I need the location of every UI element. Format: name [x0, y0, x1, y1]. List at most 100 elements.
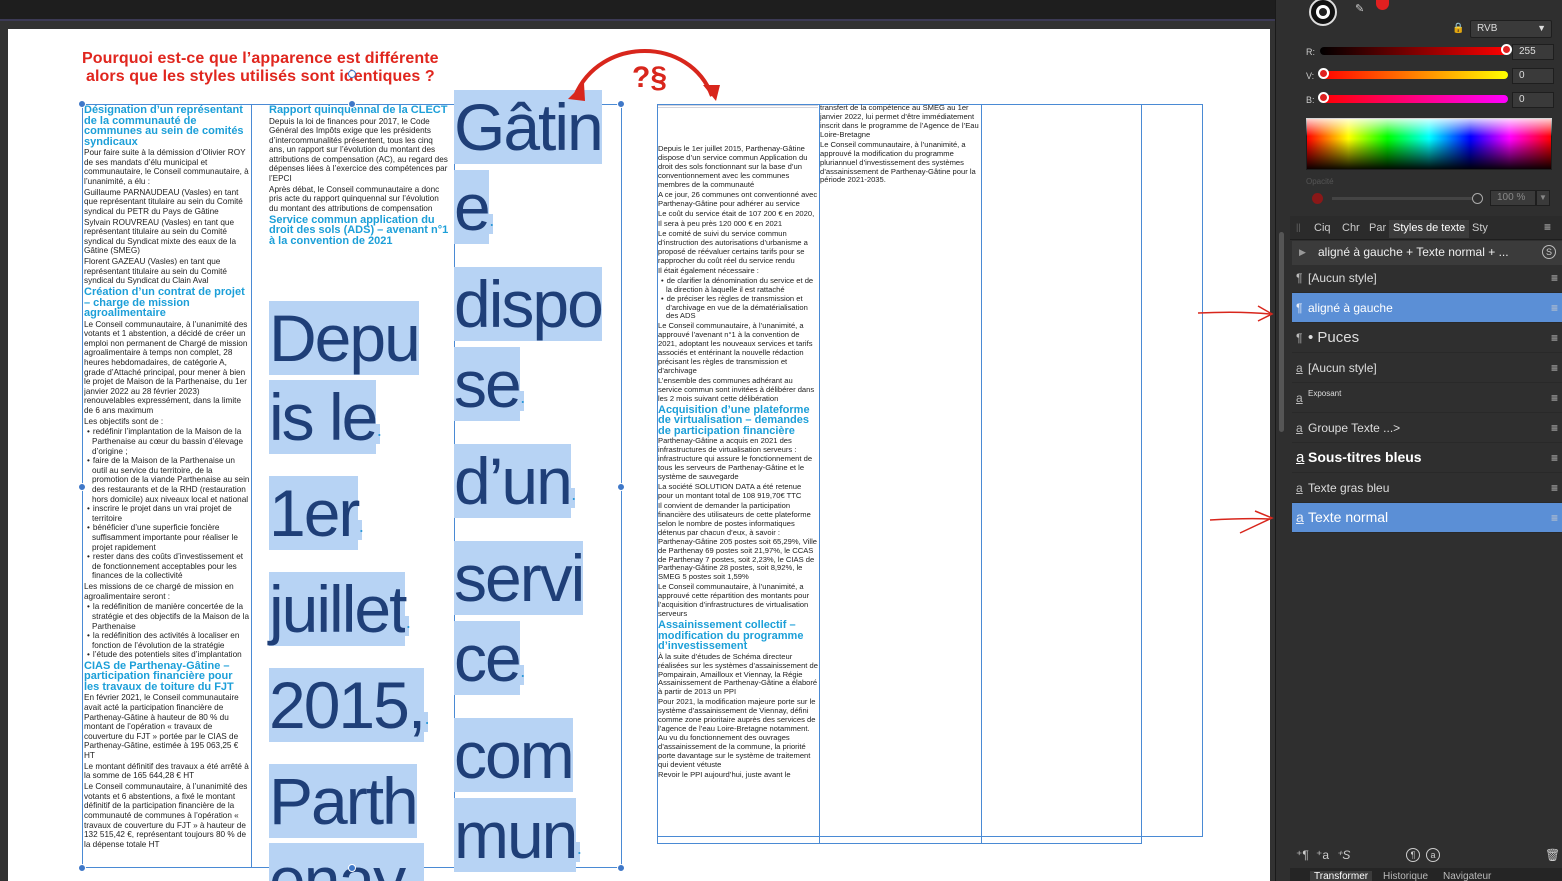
panel-menu-icon[interactable]: ≡: [1544, 220, 1551, 234]
style-item-selected[interactable]: a Texte normal ≡: [1292, 503, 1562, 533]
new-group-style-icon[interactable]: ⁺S: [1336, 848, 1350, 862]
slider-track[interactable]: [1320, 95, 1508, 103]
clear-style-icon[interactable]: S: [1542, 245, 1556, 259]
chevron-down-icon[interactable]: ▼: [1536, 190, 1550, 206]
question-line-1: Pourquoi est-ce que l’apparence est diff…: [82, 50, 439, 67]
opacity-label: Opacité: [1306, 177, 1334, 186]
style-item-selected[interactable]: ¶ aligné à gauche ≡: [1292, 293, 1562, 323]
blue-value-field[interactable]: 0: [1512, 92, 1554, 108]
tab-transform[interactable]: Transformer: [1310, 871, 1373, 881]
selection-handle[interactable]: [348, 864, 356, 872]
paragraph-format-icon[interactable]: ¶: [1406, 848, 1420, 862]
selection-handle[interactable]: [348, 100, 356, 108]
menu-icon[interactable]: ≡: [1551, 451, 1558, 465]
menu-icon[interactable]: ≡: [1551, 331, 1558, 345]
green-slider[interactable]: V: 0: [1304, 68, 1554, 84]
slider-knob[interactable]: [1501, 44, 1512, 55]
style-item[interactable]: a Texte gras bleu ≡: [1292, 473, 1562, 503]
menu-icon[interactable]: ≡: [1551, 391, 1558, 405]
color-model-select[interactable]: RVB ▼: [1470, 20, 1552, 38]
paragraph: Le Conseil communautaire, à l’unanimité …: [84, 782, 248, 849]
selection-handle[interactable]: [78, 864, 86, 872]
menu-icon[interactable]: ≡: [1551, 301, 1558, 315]
paragraph: Le Conseil communautaire, à l’unanimité,…: [658, 582, 810, 619]
style-item[interactable]: ¶ • Puces ≡: [1292, 323, 1562, 353]
paragraph: A ce jour, 26 communes ont conventionné …: [658, 189, 818, 208]
style-label: Groupe Texte ...>: [1308, 421, 1401, 435]
tab-navigator[interactable]: Navigateur: [1439, 871, 1495, 881]
selection-handle[interactable]: [617, 864, 625, 872]
style-item[interactable]: a Sous-titres bleus ≡: [1292, 443, 1562, 473]
paragraph: Pour 2021, la modification majeure porte…: [658, 697, 816, 769]
bullet-item: la redéfinition des activités à localise…: [84, 631, 250, 650]
big-line: dispo: [454, 267, 604, 341]
big-line: 2015,·: [269, 668, 430, 742]
bullet-list: la redéfinition de manière concertée de …: [84, 602, 250, 660]
paragraph: Guillaume PARNAUDEAU (Vasles) en tant qu…: [84, 187, 243, 216]
bullet-item: redéfinir l’implantation de la Maison de…: [84, 427, 250, 456]
opacity-field[interactable]: 100 %: [1490, 190, 1536, 206]
selection-handle[interactable]: [617, 483, 625, 491]
expand-icon[interactable]: ▶: [1299, 247, 1306, 258]
menu-icon[interactable]: ≡: [1551, 421, 1558, 435]
menu-icon[interactable]: ≡: [1551, 361, 1558, 375]
trash-icon[interactable]: 🗑: [1545, 848, 1560, 862]
column-guide: [251, 104, 252, 868]
panel-scrollbar[interactable]: [1279, 232, 1284, 432]
new-paragraph-style-icon[interactable]: ⁺¶: [1296, 848, 1309, 862]
character-format-icon[interactable]: a: [1426, 848, 1440, 862]
big-line: Gâtin: [454, 90, 604, 164]
blue-slider[interactable]: B: 0: [1304, 92, 1554, 108]
current-style-label: aligné à gauche + Texte normal + ...: [1318, 245, 1509, 259]
style-item[interactable]: a [Aucun style] ≡: [1292, 353, 1562, 383]
slider-knob[interactable]: [1318, 92, 1329, 103]
eyedropper-icon[interactable]: ✎: [1355, 2, 1371, 15]
style-actions-bar: ⁺¶ ⁺a ⁺S ¶ a 🗑: [1292, 846, 1562, 866]
tab-history[interactable]: Historique: [1379, 871, 1432, 881]
selection-handle[interactable]: [617, 100, 625, 108]
paragraph: Le Conseil communautaire, à l’unanimité,…: [658, 321, 813, 375]
style-item[interactable]: a Groupe Texte ...> ≡: [1292, 413, 1562, 443]
menu-icon[interactable]: ≡: [1551, 271, 1558, 285]
paragraph: Les objectifs sont de :: [84, 416, 164, 426]
style-item[interactable]: a Exposant ≡: [1292, 383, 1562, 413]
style-label: Exposant: [1308, 389, 1342, 398]
style-item[interactable]: ¶ [Aucun style] ≡: [1292, 263, 1562, 293]
slider-knob[interactable]: [1318, 68, 1329, 79]
big-line: e·: [454, 170, 495, 244]
menu-icon[interactable]: ≡: [1551, 511, 1558, 525]
red-slider[interactable]: R: 255: [1304, 44, 1554, 60]
tab-text-styles[interactable]: Styles de texte: [1389, 220, 1470, 238]
enlarged-text-column-3[interactable]: Gâtin e· dispo se· d’un· servi ce· com m…: [454, 87, 619, 881]
document-canvas[interactable]: Pourquoi est-ce que l’apparence est diff…: [0, 21, 1275, 881]
opacity-slider[interactable]: [1332, 197, 1477, 200]
tab-par[interactable]: Par: [1365, 220, 1390, 238]
paragraph: La société SOLUTION DATA a été retenue p…: [658, 482, 802, 500]
paragraph: À la suite d’études de Schéma directeur …: [658, 651, 818, 697]
page[interactable]: Pourquoi est-ce que l’apparence est diff…: [8, 29, 1270, 881]
grip-icon[interactable]: ||: [1296, 222, 1301, 232]
text-column-4[interactable]: Depuis le 1er juillet 2015, Parthenay-Gâ…: [658, 104, 818, 844]
text-column-5[interactable]: transfert de la compétence au SMEG au 1e…: [820, 104, 980, 264]
big-line: Parth: [269, 764, 419, 838]
color-wheel-icon[interactable]: [1308, 0, 1338, 30]
tab-sty[interactable]: Sty: [1468, 220, 1492, 238]
opacity-knob[interactable]: [1472, 193, 1483, 204]
subtitle: Rapport quinquennal de la CLECT: [269, 104, 448, 116]
selection-handle[interactable]: [78, 100, 86, 108]
enlarged-text-column-2[interactable]: Depu is le· 1er· juillet· 2015,· Parth e…: [269, 299, 449, 881]
selection-handle[interactable]: [78, 483, 86, 491]
red-value-field[interactable]: 255: [1512, 44, 1554, 60]
lock-icon[interactable]: 🔒: [1452, 23, 1464, 35]
menu-icon[interactable]: ≡: [1551, 481, 1558, 495]
text-column-1[interactable]: Désignation d’un représentant de la comm…: [84, 104, 250, 867]
paragraph: Le comité de suivi du service commun d’i…: [658, 228, 808, 265]
slider-track[interactable]: [1320, 47, 1508, 55]
rotation-handle[interactable]: [348, 70, 356, 78]
new-character-style-icon[interactable]: ⁺a: [1316, 848, 1329, 862]
tab-chr[interactable]: Chr: [1338, 220, 1364, 238]
green-value-field[interactable]: 0: [1512, 68, 1554, 84]
tab-ciq[interactable]: Ciq: [1310, 220, 1335, 238]
slider-track[interactable]: [1320, 71, 1508, 79]
current-style-row[interactable]: ▶ aligné à gauche + Texte normal + ... S: [1292, 241, 1562, 265]
